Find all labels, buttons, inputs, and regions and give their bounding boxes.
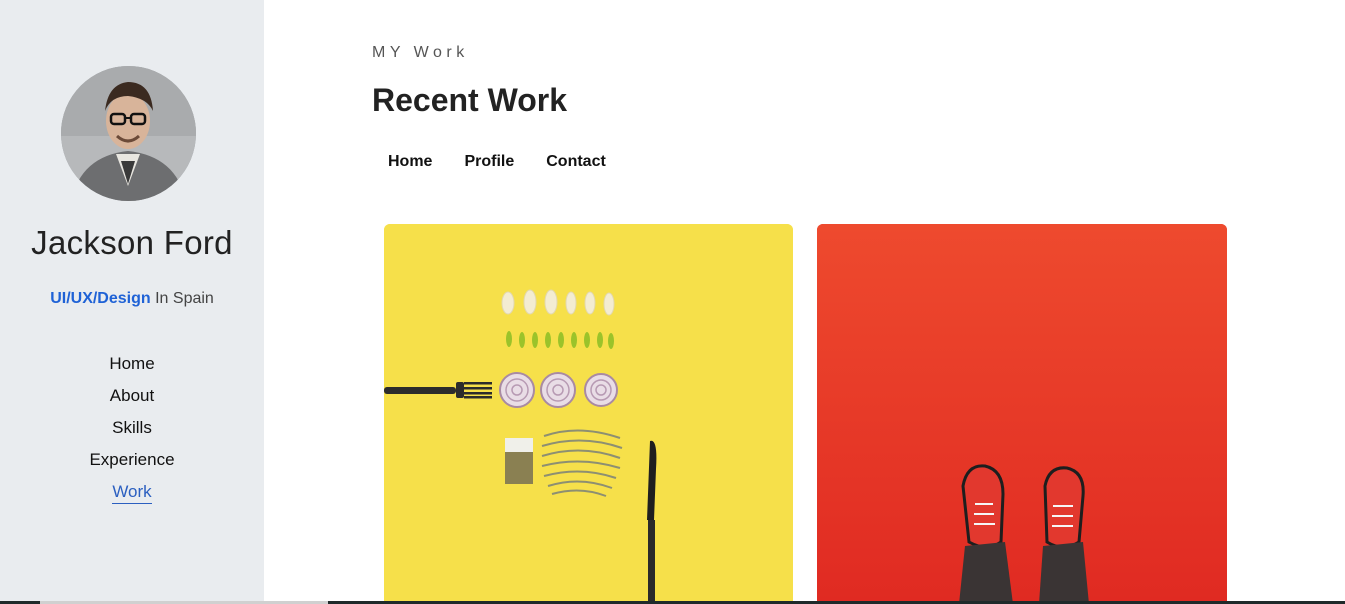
sneakers-on-red-image <box>817 224 1227 604</box>
sidebar-item-label[interactable]: About <box>110 386 154 407</box>
role-location: In Spain <box>150 290 214 307</box>
top-nav-contact[interactable]: Contact <box>546 153 606 171</box>
top-nav-home[interactable]: Home <box>388 153 432 171</box>
section-eyebrow: MY Work <box>372 44 469 61</box>
work-card-food[interactable] <box>384 224 793 604</box>
sidebar-item-work[interactable]: Work <box>0 480 264 512</box>
page-title: Recent Work <box>372 82 568 118</box>
profile-role: UI/UX/Design In Spain <box>0 290 264 308</box>
sidebar-item-label[interactable]: Experience <box>89 450 174 471</box>
sidebar-item-home[interactable]: Home <box>0 352 264 384</box>
top-nav: Home Profile Contact <box>388 153 638 171</box>
profile-name: Jackson Ford <box>31 224 233 261</box>
sidebar-item-label[interactable]: Home <box>109 354 154 375</box>
sidebar: Jackson Ford UI/UX/Design In Spain Home … <box>0 0 264 604</box>
food-flatlay-image <box>384 224 793 604</box>
work-card-shoes[interactable] <box>817 224 1227 604</box>
sidebar-nav: Home About Skills Experience Work <box>0 352 264 512</box>
sidebar-item-label[interactable]: Skills <box>112 418 152 439</box>
sidebar-item-experience[interactable]: Experience <box>0 448 264 480</box>
sidebar-item-label[interactable]: Work <box>112 482 152 504</box>
role-accent: UI/UX/Design <box>50 290 151 307</box>
sidebar-item-skills[interactable]: Skills <box>0 416 264 448</box>
avatar-photo <box>61 66 196 201</box>
avatar <box>61 66 196 201</box>
main-content: MY Work Recent Work Home Profile Contact <box>264 0 1345 604</box>
top-nav-profile[interactable]: Profile <box>464 153 514 171</box>
sidebar-item-about[interactable]: About <box>0 384 264 416</box>
